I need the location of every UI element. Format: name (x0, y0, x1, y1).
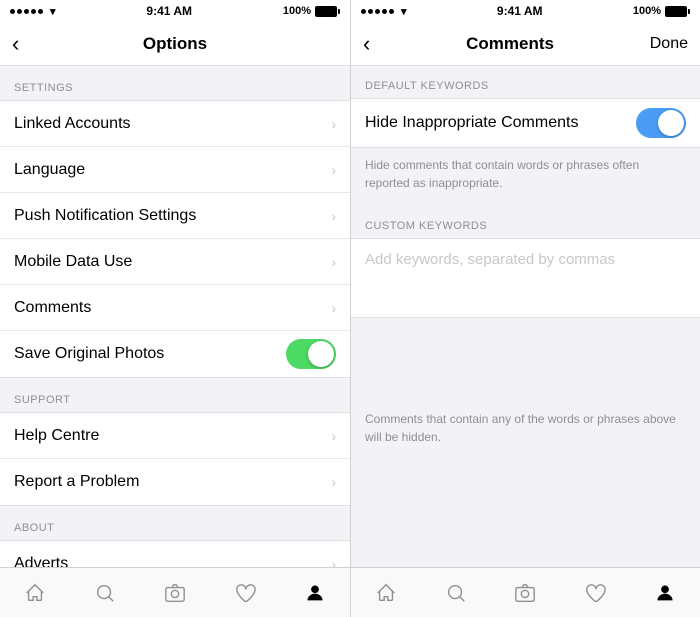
comments-content: DEFAULT KEYWORDS Hide Inappropriate Comm… (351, 66, 700, 567)
left-back-button[interactable]: ‹ (12, 31, 19, 57)
camera-icon (164, 582, 186, 604)
right-tab-bar (351, 567, 700, 617)
tab-camera-left[interactable] (140, 568, 210, 617)
profile-icon-active (304, 582, 326, 604)
settings-group-about: Adverts › Blog › (0, 540, 350, 567)
battery-icon-left (315, 6, 340, 17)
home-icon-right (375, 582, 397, 604)
home-icon (24, 582, 46, 604)
left-status-right: 100% (283, 5, 340, 17)
battery-percent-left: 100% (283, 5, 311, 17)
battery-percent-right: 100% (633, 5, 661, 17)
right-status-bar: ▾ 9:41 AM 100% (351, 0, 700, 22)
battery-icon-right (665, 6, 690, 17)
row-adverts[interactable]: Adverts › (0, 541, 350, 567)
tab-home-right[interactable] (351, 568, 421, 617)
keyword-placeholder: Add keywords, separated by commas (365, 251, 615, 268)
section-header-support: SUPPORT (0, 378, 350, 412)
spacer (351, 318, 700, 398)
signal-icon-right (361, 9, 394, 14)
custom-keywords-header: CUSTOM KEYWORDS (351, 206, 700, 238)
left-status-bar: ▾ 9:41 AM 100% (0, 0, 350, 22)
left-nav-header: ‹ Options (0, 22, 350, 66)
wifi-icon-right: ▾ (401, 5, 407, 18)
tab-heart-left[interactable] (210, 568, 280, 617)
search-icon-right (445, 582, 467, 604)
search-icon (94, 582, 116, 604)
heart-icon (234, 582, 256, 604)
camera-icon-right (514, 582, 536, 604)
left-nav-title: Options (143, 34, 207, 54)
settings-group-support: Help Centre › Report a Problem › (0, 412, 350, 506)
heart-icon-right (584, 582, 606, 604)
done-button[interactable]: Done (650, 35, 688, 53)
save-photos-toggle[interactable] (286, 339, 336, 369)
section-header-settings: SETTINGS (0, 66, 350, 100)
chevron-icon: › (331, 300, 336, 316)
section-header-about: ABOUT (0, 506, 350, 540)
row-language[interactable]: Language › (0, 147, 350, 193)
default-keywords-description: Hide comments that contain words or phra… (351, 148, 700, 206)
row-linked-accounts[interactable]: Linked Accounts › (0, 101, 350, 147)
left-time: 9:41 AM (146, 4, 192, 18)
settings-list: SETTINGS Linked Accounts › Language › Pu… (0, 66, 350, 567)
wifi-icon: ▾ (50, 5, 56, 18)
left-panel: ▾ 9:41 AM 100% ‹ Options SETTINGS Linked… (0, 0, 350, 617)
right-back-button[interactable]: ‹ (363, 31, 370, 57)
bottom-spacer (351, 458, 700, 478)
chevron-icon: › (331, 116, 336, 132)
bottom-description: Comments that contain any of the words o… (351, 398, 700, 458)
chevron-icon: › (331, 556, 336, 568)
right-status-left: ▾ (361, 5, 407, 18)
profile-icon-right (654, 582, 676, 604)
left-status-left: ▾ (10, 5, 56, 18)
right-time: 9:41 AM (497, 4, 543, 18)
row-push-notifications[interactable]: Push Notification Settings › (0, 193, 350, 239)
tab-profile-left[interactable] (280, 568, 350, 617)
row-report-problem[interactable]: Report a Problem › (0, 459, 350, 505)
default-keywords-header: DEFAULT KEYWORDS (351, 66, 700, 98)
row-help-centre[interactable]: Help Centre › (0, 413, 350, 459)
keyword-input-area[interactable]: Add keywords, separated by commas (351, 238, 700, 318)
tab-heart-right[interactable] (560, 568, 630, 617)
right-nav-title: Comments (466, 34, 554, 54)
row-save-photos[interactable]: Save Original Photos (0, 331, 350, 377)
tab-home-left[interactable] (0, 568, 70, 617)
right-panel: ▾ 9:41 AM 100% ‹ Comments Done DEFAULT K… (350, 0, 700, 617)
chevron-icon: › (331, 162, 336, 178)
tab-search-right[interactable] (421, 568, 491, 617)
row-mobile-data[interactable]: Mobile Data Use › (0, 239, 350, 285)
tab-search-left[interactable] (70, 568, 140, 617)
row-comments[interactable]: Comments › (0, 285, 350, 331)
chevron-icon: › (331, 208, 336, 224)
tab-profile-right[interactable] (630, 568, 700, 617)
settings-group-main: Linked Accounts › Language › Push Notifi… (0, 100, 350, 378)
hide-inappropriate-row[interactable]: Hide Inappropriate Comments (351, 99, 700, 147)
hide-inappropriate-toggle[interactable] (636, 108, 686, 138)
right-nav-header: ‹ Comments Done (351, 22, 700, 66)
chevron-icon: › (331, 474, 336, 490)
right-status-right: 100% (633, 5, 690, 17)
left-tab-bar (0, 567, 350, 617)
signal-icon (10, 9, 43, 14)
chevron-icon: › (331, 254, 336, 270)
default-keywords-group: Hide Inappropriate Comments (351, 98, 700, 148)
tab-camera-right[interactable] (491, 568, 561, 617)
chevron-icon: › (331, 428, 336, 444)
